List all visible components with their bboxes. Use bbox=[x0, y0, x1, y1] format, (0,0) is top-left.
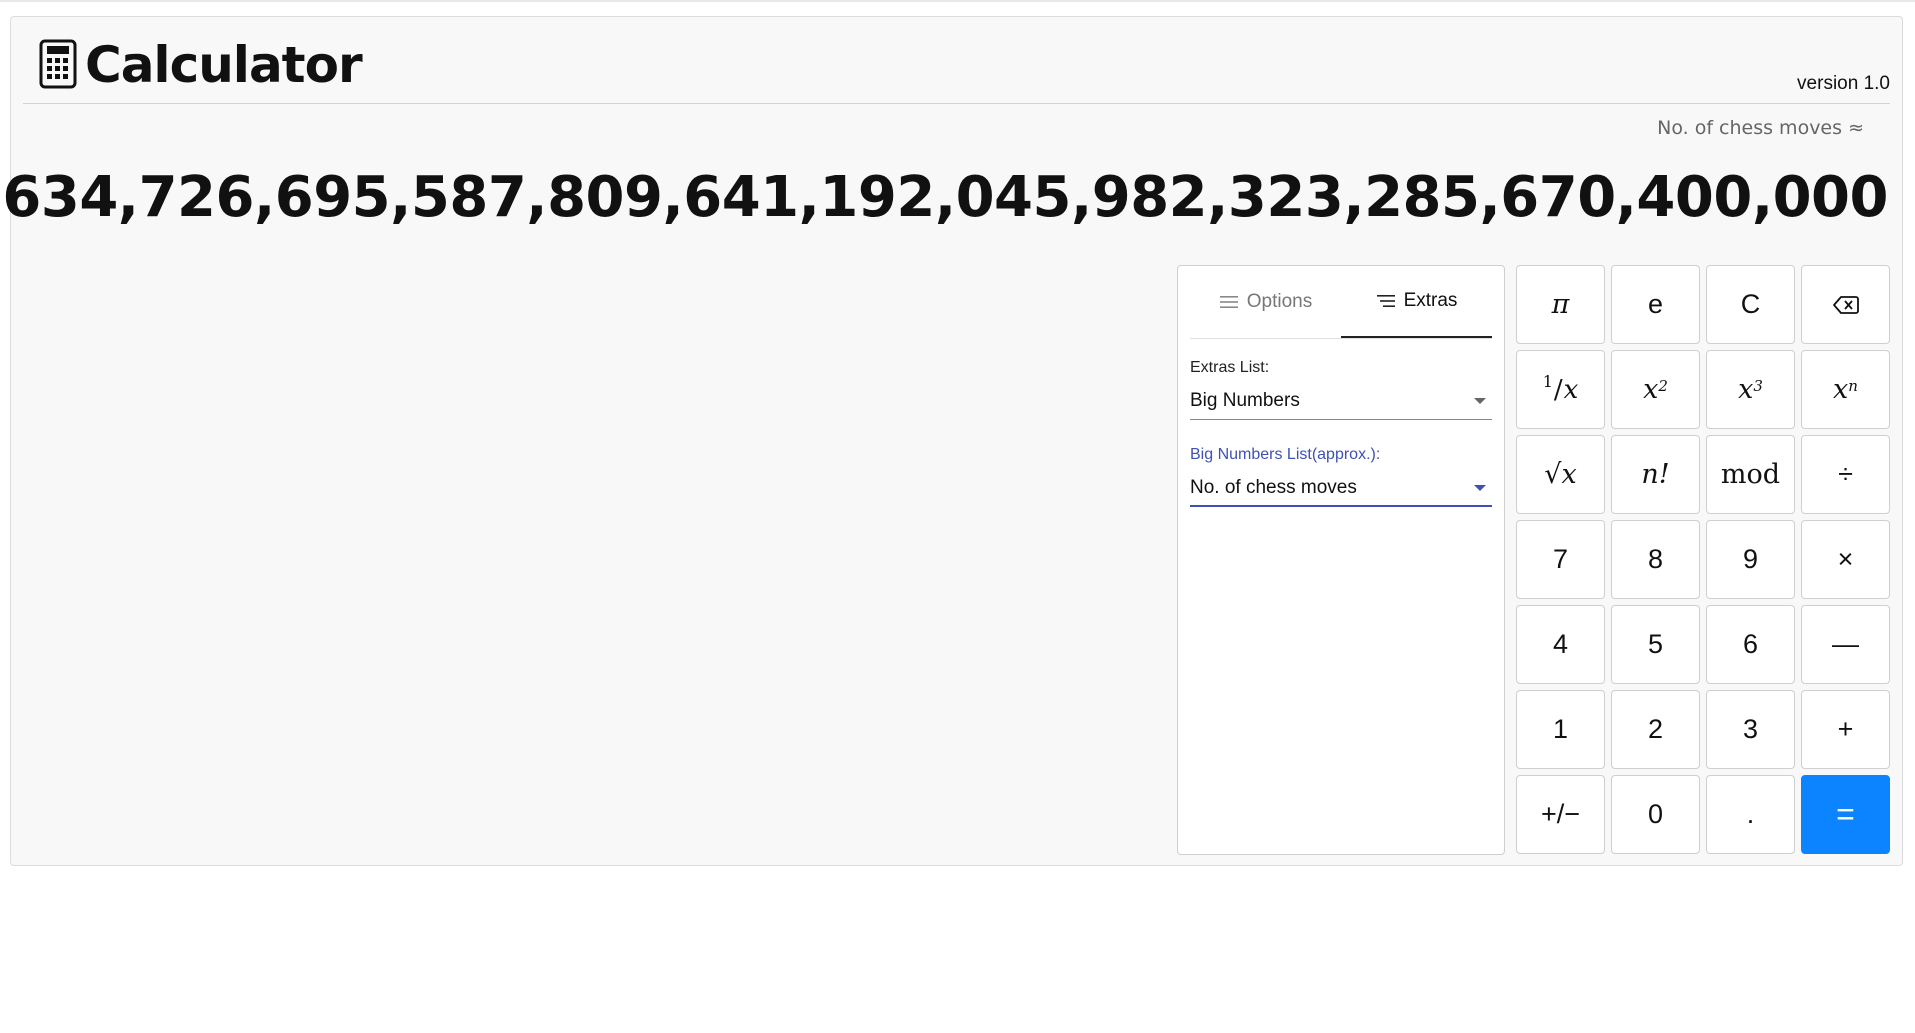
mod-button[interactable]: mod bbox=[1706, 435, 1795, 514]
digit-0-button[interactable]: 0 bbox=[1611, 775, 1700, 854]
digit-9-label: 9 bbox=[1742, 544, 1759, 574]
cube-base: x bbox=[1738, 374, 1754, 405]
reciprocal-button[interactable]: 1/x bbox=[1516, 350, 1605, 429]
mod-label: mod bbox=[1720, 459, 1781, 490]
multiply-label: × bbox=[1837, 544, 1854, 574]
extras-list-label: Extras List: bbox=[1190, 359, 1270, 376]
header: Calculator version 1.0 bbox=[23, 17, 1890, 104]
digit-4-label: 4 bbox=[1552, 629, 1569, 659]
plus-label: + bbox=[1837, 714, 1854, 744]
pi-button[interactable]: π bbox=[1516, 265, 1605, 344]
decimal-label: . bbox=[1746, 799, 1755, 829]
chevron-down-icon bbox=[1474, 398, 1486, 404]
minus-button[interactable]: — bbox=[1801, 605, 1890, 684]
keypad: π e C 1/x x2 x3 xn √x n! mod ÷ 7 8 9 × 4… bbox=[1516, 265, 1892, 855]
big-numbers-label: Big Numbers List(approx.): bbox=[1190, 446, 1381, 463]
tab-extras-label: Extras bbox=[1403, 290, 1458, 311]
digit-8-button[interactable]: 8 bbox=[1611, 520, 1700, 599]
digit-3-label: 3 bbox=[1742, 714, 1759, 744]
digit-1-button[interactable]: 1 bbox=[1516, 690, 1605, 769]
e-button[interactable]: e bbox=[1611, 265, 1700, 344]
sqrt-button[interactable]: √x bbox=[1516, 435, 1605, 514]
square-base: x bbox=[1643, 374, 1659, 405]
big-numbers-select[interactable]: No. of chess moves bbox=[1190, 471, 1492, 507]
clear-label: C bbox=[1740, 289, 1761, 319]
digit-6-label: 6 bbox=[1742, 629, 1759, 659]
reciprocal-num: 1 bbox=[1542, 372, 1553, 391]
equals-button[interactable]: = bbox=[1801, 775, 1890, 854]
factorial-button[interactable]: n! bbox=[1611, 435, 1700, 514]
cube-exp: 3 bbox=[1753, 376, 1763, 395]
digit-7-button[interactable]: 7 bbox=[1516, 520, 1605, 599]
digit-9-button[interactable]: 9 bbox=[1706, 520, 1795, 599]
digit-6-button[interactable]: 6 bbox=[1706, 605, 1795, 684]
square-exp: 2 bbox=[1658, 376, 1668, 395]
decimal-button[interactable]: . bbox=[1706, 775, 1795, 854]
factorial-label: n! bbox=[1641, 459, 1670, 490]
calculator-icon bbox=[39, 39, 77, 89]
list-icon bbox=[1376, 295, 1395, 307]
digit-8-label: 8 bbox=[1647, 544, 1664, 574]
power-exp: n bbox=[1848, 376, 1858, 395]
pi-label: π bbox=[1551, 289, 1570, 320]
chevron-down-icon bbox=[1474, 485, 1486, 491]
minus-label: — bbox=[1832, 629, 1859, 659]
multiply-button[interactable]: × bbox=[1801, 520, 1890, 599]
digit-3-button[interactable]: 3 bbox=[1706, 690, 1795, 769]
equals-label: = bbox=[1836, 796, 1855, 832]
reciprocal-den: x bbox=[1563, 374, 1579, 405]
display-value: 4,634,726,695,587,809,641,192,045,982,32… bbox=[0, 165, 1888, 230]
tab-extras[interactable]: Extras bbox=[1341, 266, 1492, 338]
square-button[interactable]: x2 bbox=[1611, 350, 1700, 429]
digit-2-label: 2 bbox=[1647, 714, 1664, 744]
digit-5-label: 5 bbox=[1647, 629, 1664, 659]
digit-1-label: 1 bbox=[1552, 714, 1569, 744]
divide-button[interactable]: ÷ bbox=[1801, 435, 1890, 514]
clear-button[interactable]: C bbox=[1706, 265, 1795, 344]
power-base: x bbox=[1833, 374, 1849, 405]
digit-7-label: 7 bbox=[1552, 544, 1569, 574]
divide-label: ÷ bbox=[1838, 459, 1853, 489]
top-divider bbox=[0, 0, 1915, 2]
app-title: Calculator bbox=[85, 36, 363, 94]
menu-icon bbox=[1219, 296, 1238, 308]
digit-0-label: 0 bbox=[1647, 799, 1664, 829]
digit-4-button[interactable]: 4 bbox=[1516, 605, 1605, 684]
digit-2-button[interactable]: 2 bbox=[1611, 690, 1700, 769]
panel-tabs: Options Extras bbox=[1190, 266, 1492, 339]
e-label: e bbox=[1647, 289, 1664, 319]
backspace-icon bbox=[1832, 295, 1859, 314]
plus-minus-label: +/− bbox=[1540, 799, 1581, 829]
backspace-button[interactable] bbox=[1801, 265, 1890, 344]
tab-options[interactable]: Options bbox=[1190, 266, 1341, 338]
tab-options-label: Options bbox=[1246, 291, 1313, 312]
cube-button[interactable]: x3 bbox=[1706, 350, 1795, 429]
sqrt-label: √x bbox=[1544, 459, 1577, 490]
reciprocal-label: 1/x bbox=[1542, 372, 1579, 405]
power-button[interactable]: xn bbox=[1801, 350, 1890, 429]
extras-panel: Options Extras Extras List: Big Numbers … bbox=[1177, 265, 1505, 855]
digit-5-button[interactable]: 5 bbox=[1611, 605, 1700, 684]
plus-minus-button[interactable]: +/− bbox=[1516, 775, 1605, 854]
display-label: No. of chess moves ≈ bbox=[1657, 117, 1864, 139]
version-label: version 1.0 bbox=[1797, 73, 1890, 94]
extras-list-select[interactable]: Big Numbers bbox=[1190, 384, 1492, 420]
big-numbers-value: No. of chess moves bbox=[1190, 477, 1357, 498]
extras-list-value: Big Numbers bbox=[1190, 390, 1300, 411]
plus-button[interactable]: + bbox=[1801, 690, 1890, 769]
